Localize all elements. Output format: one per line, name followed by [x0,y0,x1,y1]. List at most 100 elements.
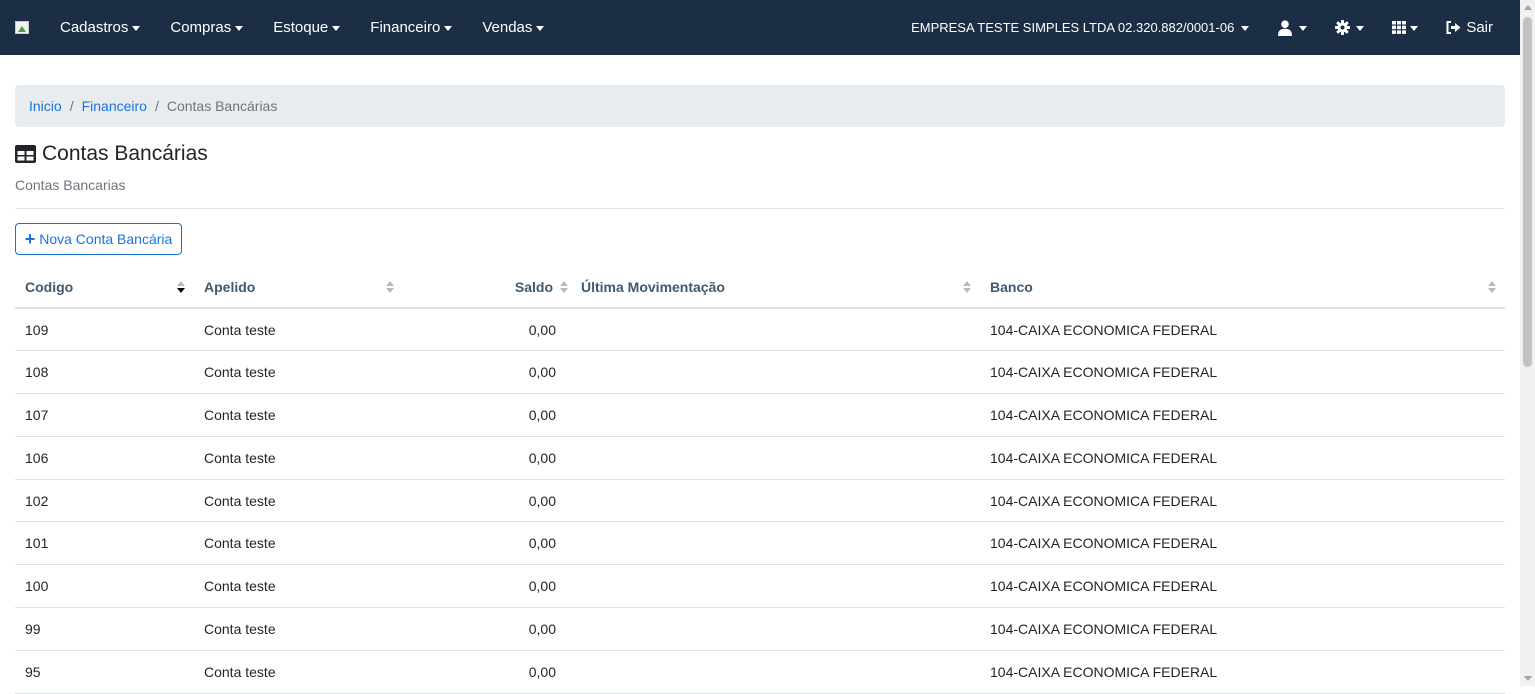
divider [15,208,1505,209]
navbar-right: EMPRESA TESTE SIMPLES LTDA 02.320.882/00… [896,0,1520,55]
gear-icon [1335,20,1351,35]
table-row[interactable]: 106 Conta teste 0,00 104-CAIXA ECONOMICA FE… [15,436,1505,480]
cell-apelido: Conta teste [194,393,403,437]
company-logo[interactable] [15,20,31,36]
plus-icon: + [24,229,36,249]
logout-button[interactable]: Sair [1432,19,1520,36]
cell-apelido: Conta teste [194,436,403,480]
cell-codigo: 100 [15,564,194,609]
sort-icon [386,281,394,295]
cell-saldo: 0,00 [403,350,571,395]
cell-codigo: 106 [15,436,194,480]
cell-saldo: 0,00 [403,650,571,694]
table-row[interactable]: 95 Conta teste 0,00 104-CAIXA ECONOMICA FED… [15,650,1505,694]
menu-vendas[interactable]: Vendas [467,19,559,36]
column-header-saldo[interactable]: Saldo [403,267,571,309]
cell-ultima-movimentacao [571,564,980,609]
menu-cadastros[interactable]: Cadastros [45,19,155,36]
breadcrumb-separator: / [154,98,159,114]
cell-apelido: Conta teste [194,607,403,651]
company-name: EMPRESA TESTE SIMPLES LTDA 02.320.882/00… [911,20,1235,35]
cell-ultima-movimentacao [571,521,980,566]
table-icon [15,145,36,163]
cell-apelido: Conta teste [194,521,403,566]
sort-desc-icon [177,281,185,295]
table-row[interactable]: 102 Conta teste 0,00 104-CAIXA ECONOMICA FE… [15,479,1505,523]
cell-ultima-movimentacao [571,479,980,523]
bank-accounts-table: Codigo Apelido Saldo Última Movimentação… [15,267,1505,694]
caret-down-icon [1241,25,1250,31]
apps-menu[interactable] [1378,21,1432,34]
cell-banco: 104-CAIXA ECONOMICA FEDERAL [980,393,1505,437]
cell-ultima-movimentacao [571,350,980,395]
table-row[interactable]: 99 Conta teste 0,00 104-CAIXA ECONOMICA FED… [15,607,1505,651]
cell-ultima-movimentacao [571,650,980,694]
column-label: Apelido [204,279,256,295]
caret-down-icon [444,25,453,31]
page-scrollbar[interactable] [1520,0,1535,686]
scrollbar-thumb[interactable] [1523,17,1532,367]
breadcrumb-current: Contas Bancárias [166,98,278,114]
page-title-text: Contas Bancárias [42,142,208,165]
menu-label: Cadastros [60,19,129,36]
menu-compras[interactable]: Compras [155,19,258,36]
cell-banco: 104-CAIXA ECONOMICA FEDERAL [980,350,1505,395]
sort-icon [963,281,971,295]
cell-banco: 104-CAIXA ECONOMICA FEDERAL [980,436,1505,480]
cell-codigo: 99 [15,607,194,651]
cell-codigo: 107 [15,393,194,437]
column-label: Codigo [25,279,74,295]
cell-apelido: Conta teste [194,650,403,694]
cell-saldo: 0,00 [403,479,571,523]
scroll-down-arrow-icon[interactable] [1524,676,1532,681]
column-label: Saldo [514,279,553,295]
table-row[interactable]: 108 Conta teste 0,00 104-CAIXA ECONOMICA FE… [15,350,1505,395]
column-header-banco[interactable]: Banco [980,267,1505,309]
column-header-codigo[interactable]: Codigo [15,267,194,309]
cell-banco: 104-CAIXA ECONOMICA FEDERAL [980,308,1505,352]
breadcrumb-separator: / [69,98,74,114]
caret-down-icon [536,25,545,31]
broken-image-icon [15,20,29,34]
table-row[interactable]: 109 Conta teste 0,00 104-CAIXA ECONOMICA FE… [15,308,1505,352]
table-row[interactable]: 107 Conta teste 0,00 104-CAIXA ECONOMICA FE… [15,393,1505,437]
menu-financeiro[interactable]: Financeiro [355,19,467,36]
page-title: Contas Bancárias [15,142,208,166]
cell-banco: 104-CAIXA ECONOMICA FEDERAL [980,521,1505,566]
settings-menu[interactable] [1321,20,1378,35]
scroll-up-arrow-icon[interactable] [1524,5,1532,10]
cell-saldo: 0,00 [403,607,571,651]
cell-codigo: 101 [15,521,194,566]
menu-label: Estoque [273,19,329,36]
cell-apelido: Conta teste [194,564,403,609]
cell-apelido: Conta teste [194,350,403,395]
caret-down-icon [1356,25,1365,31]
menu-estoque[interactable]: Estoque [258,19,355,36]
cell-codigo: 108 [15,350,194,395]
column-header-apelido[interactable]: Apelido [194,267,403,309]
breadcrumb-inicio[interactable]: Inicio [29,98,62,114]
table-row[interactable]: 100 Conta teste 0,00 104-CAIXA ECONOMICA FE… [15,564,1505,609]
breadcrumb-financeiro[interactable]: Financeiro [82,98,147,114]
user-menu[interactable] [1264,19,1321,36]
new-bank-account-button[interactable]: + Nova Conta Bancária [15,223,182,255]
cell-ultima-movimentacao [571,393,980,437]
cell-banco: 104-CAIXA ECONOMICA FEDERAL [980,479,1505,523]
sort-icon [560,281,568,295]
cell-codigo: 95 [15,650,194,694]
column-header-ultima-movimentacao[interactable]: Última Movimentação [571,267,980,309]
table-row[interactable]: 101 Conta teste 0,00 104-CAIXA ECONOMICA FE… [15,521,1505,566]
caret-down-icon [132,25,141,31]
cell-banco: 104-CAIXA ECONOMICA FEDERAL [980,650,1505,694]
user-icon [1278,19,1293,36]
company-selector[interactable]: EMPRESA TESTE SIMPLES LTDA 02.320.882/00… [896,20,1264,35]
new-button-label: Nova Conta Bancária [39,231,173,247]
caret-down-icon [235,25,244,31]
table-header-row: Codigo Apelido Saldo Última Movimentação… [15,267,1505,309]
column-label: Última Movimentação [581,279,725,295]
cell-banco: 104-CAIXA ECONOMICA FEDERAL [980,607,1505,651]
cell-ultima-movimentacao [571,607,980,651]
cell-saldo: 0,00 [403,436,571,480]
cell-saldo: 0,00 [403,393,571,437]
sign-out-icon [1446,21,1461,34]
